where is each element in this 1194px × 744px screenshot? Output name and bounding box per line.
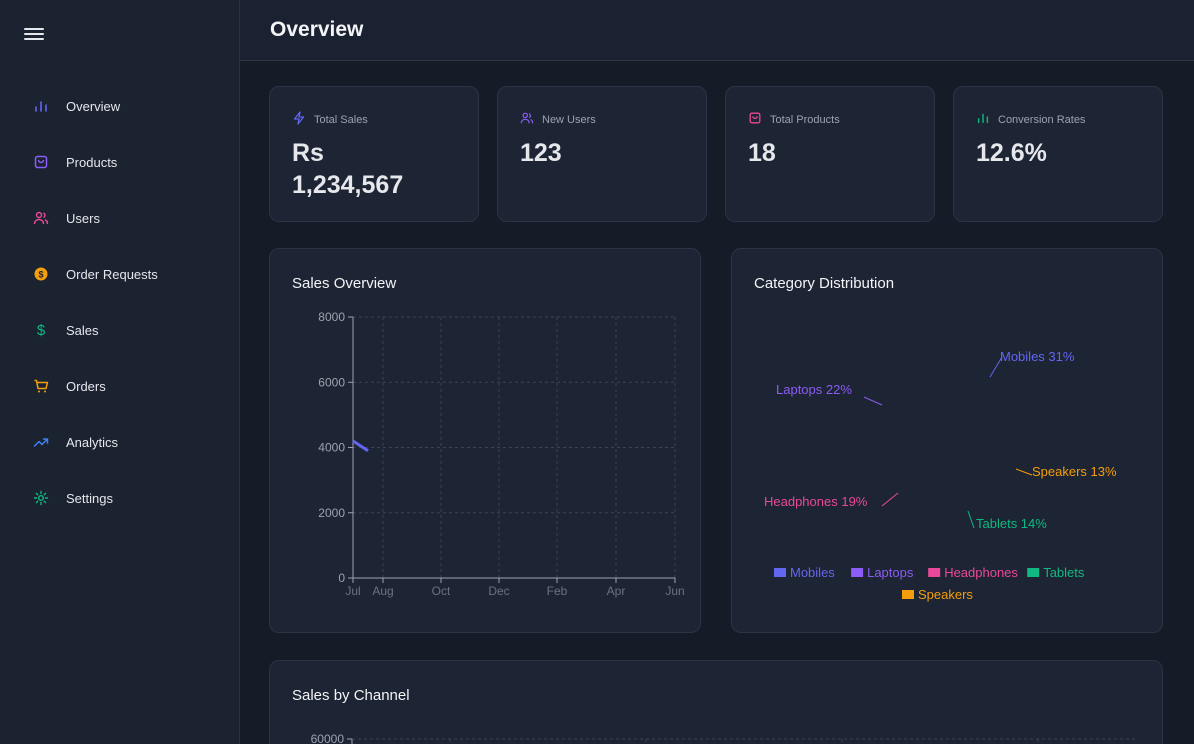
sidebar-item-label: Sales: [66, 322, 99, 338]
legend-swatch: [851, 568, 864, 577]
legend-swatch: [902, 590, 914, 599]
legend-label: Laptops: [867, 565, 914, 580]
x-tick-label: Dec: [488, 584, 509, 598]
legend-label: Speakers: [918, 587, 973, 602]
slice-label: Tablets 14%: [976, 516, 1047, 531]
trending-up-icon: [32, 433, 50, 451]
sales-overview-chart: 0 2000 4000 6000 8000 Jul Aug Oct Dec Feb Apr Jun: [318, 310, 684, 598]
users-icon: [520, 111, 534, 128]
x-tick-label: Oct: [432, 584, 451, 598]
leader-line: [881, 492, 899, 507]
legend-swatch: [774, 568, 786, 577]
sidebar-item-products[interactable]: Products: [20, 142, 220, 182]
y-tick-label: 4000: [318, 441, 345, 455]
x-tick-label: Jun: [665, 584, 684, 598]
sidebar-item-settings[interactable]: Settings: [20, 478, 220, 518]
sidebar-item-label: Settings: [66, 490, 113, 506]
stat-value: 18: [748, 139, 776, 167]
zap-icon: [292, 111, 306, 128]
y-tick-label: 6000: [318, 375, 345, 389]
slice-label: Mobiles 31%: [1000, 349, 1075, 364]
stat-label: New Users: [542, 113, 596, 126]
sidebar-item-sales[interactable]: $ Sales: [20, 310, 220, 350]
stat-label: Conversion Rates: [998, 113, 1086, 126]
sidebar-item-label: Order Requests: [66, 266, 158, 282]
settings-icon: [32, 489, 50, 507]
stat-card-total-products: Total Products 18: [725, 86, 935, 222]
svg-text:$: $: [37, 322, 46, 338]
bar-chart-icon: [976, 111, 990, 128]
sales-overview-panel: Sales Overview 0 2000 4000 6000 8000 Jul Aug Oc…: [269, 248, 701, 633]
sales-by-channel-chart: 60000: [311, 732, 1136, 744]
sidebar-item-label: Orders: [66, 378, 106, 394]
slice-label: Headphones 19%: [764, 494, 868, 509]
stat-card-total-sales: Total Sales Rs 1,234,567: [269, 86, 479, 222]
stat-value: Rs 1,234,567: [292, 137, 403, 201]
shopping-bag-icon: [32, 153, 50, 171]
x-tick-label: Jul: [345, 584, 360, 598]
sidebar-item-orders[interactable]: Orders: [20, 366, 220, 406]
leader-line: [1015, 468, 1033, 476]
slice-label: Laptops 22%: [776, 382, 852, 397]
stat-card-new-users: New Users 123: [497, 86, 707, 222]
dollar-circle-icon: $: [32, 265, 50, 283]
sidebar-item-label: Analytics: [66, 434, 119, 450]
legend-label: Tablets: [1043, 565, 1085, 580]
category-distribution-chart: Mobiles 31% Laptops 22% Headphones 19% Tabl…: [764, 349, 1117, 602]
x-tick-label: Aug: [372, 584, 393, 598]
stat-value: 12.6%: [976, 139, 1047, 167]
legend-swatch: [1027, 568, 1040, 577]
x-tick-label: Feb: [547, 584, 568, 598]
stat-label: Total Sales: [314, 113, 368, 126]
sidebar-item-label: Products: [66, 154, 118, 170]
sidebar-item-label: Overview: [66, 98, 121, 114]
sales-by-channel-panel: Sales by Channel 60000: [269, 660, 1163, 744]
users-icon: [32, 209, 50, 227]
y-tick-label: 0: [338, 571, 345, 585]
sidebar-item-analytics[interactable]: Analytics: [20, 422, 220, 462]
stat-label-row: Conversion Rates: [976, 111, 1085, 128]
stat-label-row: Total Sales: [292, 111, 368, 128]
stat-label: Total Products: [770, 113, 840, 126]
y-tick-label: 8000: [318, 310, 345, 324]
dollar-sign-icon: $: [32, 321, 50, 339]
x-tick-label: Apr: [607, 584, 626, 598]
shopping-cart-icon: [32, 377, 50, 395]
legend-label: Mobiles: [790, 565, 835, 580]
sidebar-item-label: Users: [66, 210, 100, 226]
leader-line: [863, 396, 883, 406]
header: Overview: [240, 0, 1194, 61]
legend-label: Headphones: [944, 565, 1018, 580]
svg-text:$: $: [38, 270, 43, 280]
sidebar-item-order-requests[interactable]: $ Order Requests: [20, 254, 220, 294]
y-tick-label: 2000: [318, 506, 345, 520]
bar-chart-icon: [32, 97, 50, 115]
sidebar: Overview Products Users $ Order Requests…: [0, 0, 240, 744]
legend-swatch: [928, 568, 941, 577]
shopping-bag-icon: [748, 111, 762, 128]
series-line: [352, 439, 369, 453]
category-distribution-panel: Category Distribution Mobiles 31% Laptops…: [731, 248, 1163, 633]
sidebar-item-users[interactable]: Users: [20, 198, 220, 238]
stat-card-conversion-rates: Conversion Rates 12.6%: [953, 86, 1163, 222]
sidebar-item-overview[interactable]: Overview: [20, 86, 220, 126]
menu-icon[interactable]: [22, 24, 46, 44]
stat-value: 123: [520, 139, 562, 167]
stat-value-currency: Rs: [292, 139, 324, 167]
page-title: Overview: [270, 18, 364, 41]
slice-label: Speakers 13%: [1032, 464, 1117, 479]
y-tick-label: 60000: [311, 732, 345, 744]
leader-line: [967, 510, 975, 529]
stat-label-row: New Users: [520, 111, 596, 128]
stat-label-row: Total Products: [748, 111, 840, 128]
stat-value-amount: 1,234,567: [292, 171, 404, 199]
